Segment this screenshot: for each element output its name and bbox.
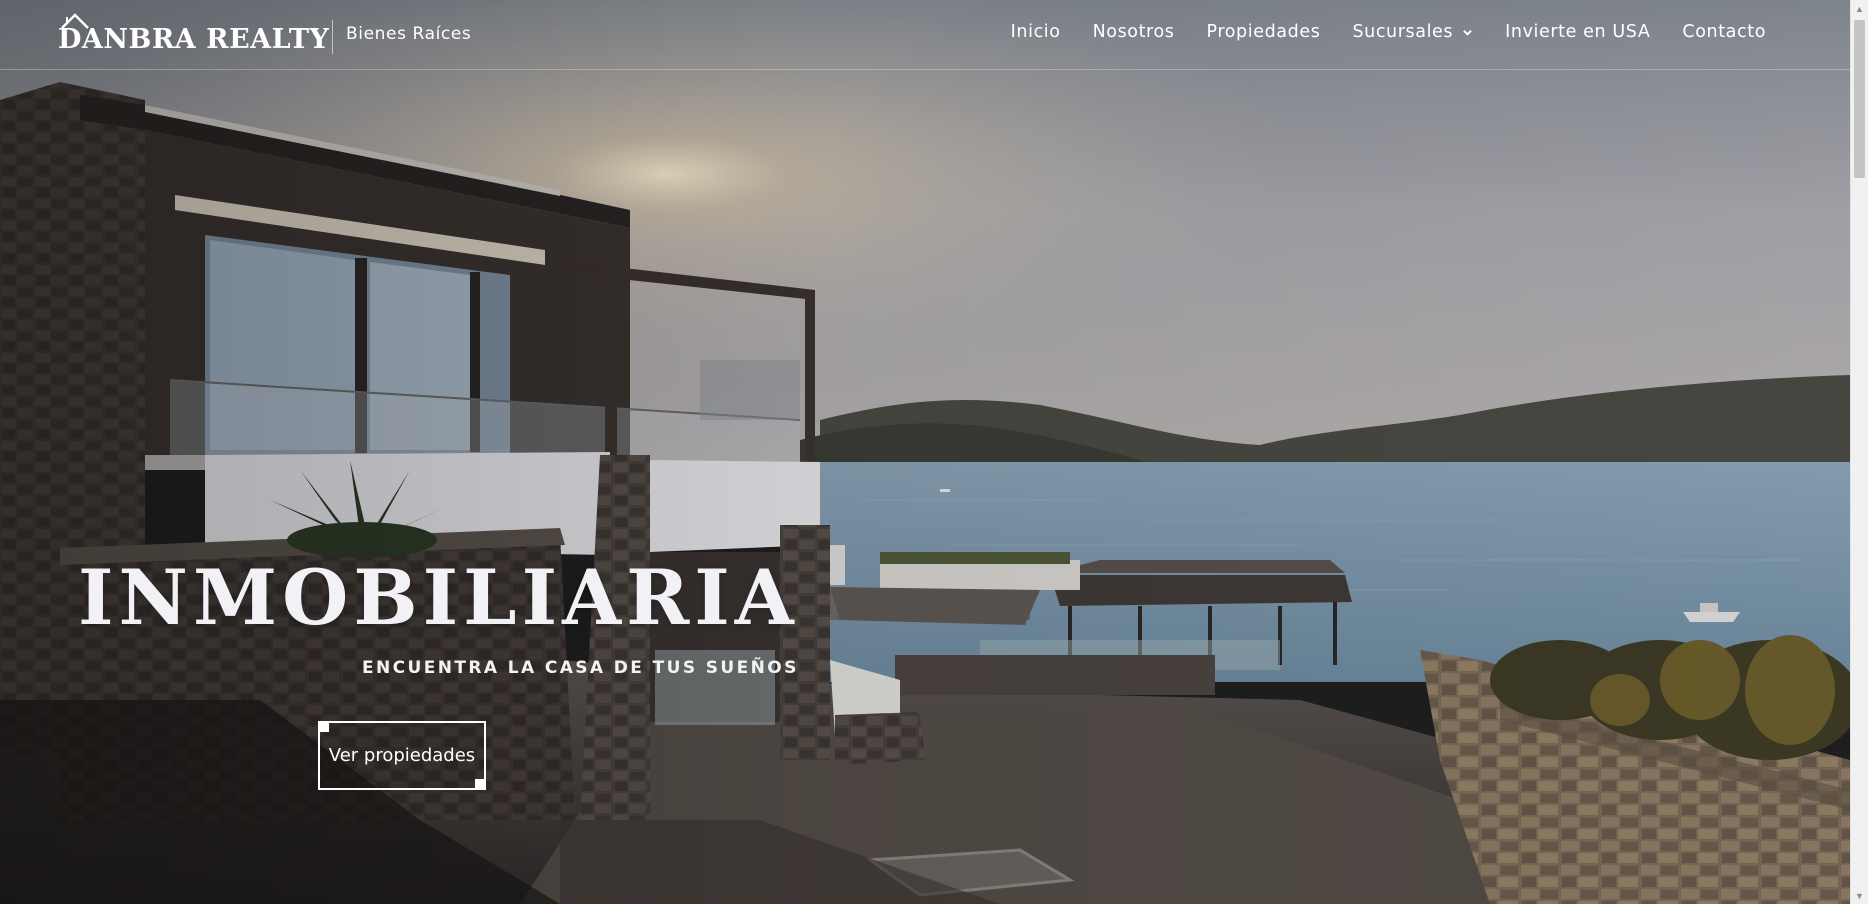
nav-item-label: Contacto	[1682, 22, 1766, 42]
brand-tagline: Bienes Raíces	[346, 24, 472, 44]
button-label: Ver propiedades	[328, 745, 476, 766]
nav-item-label: Sucursales	[1352, 22, 1454, 42]
main-navigation: Inicio Nosotros Propiedades Sucursales I…	[979, 22, 1766, 42]
nav-item-inicio[interactable]: Inicio	[1011, 22, 1061, 42]
hero-section	[0, 0, 1850, 904]
nav-item-label: Nosotros	[1092, 22, 1175, 42]
page-scrollbar[interactable]: ▲ ▼	[1850, 0, 1868, 904]
nav-item-label: Inicio	[1010, 22, 1061, 42]
scroll-up-arrow-icon[interactable]: ▲	[1851, 0, 1868, 17]
nav-item-invierte-en-usa[interactable]: Invierte en USA	[1505, 22, 1650, 42]
hero-title: INMOBILIARIA	[78, 553, 799, 642]
button-corner-decoration	[320, 723, 329, 732]
button-corner-decoration	[475, 779, 484, 788]
brand-name: DANBRA REALTY	[58, 23, 330, 55]
scrollbar-thumb[interactable]	[1854, 20, 1865, 178]
scroll-down-arrow-icon[interactable]: ▼	[1851, 887, 1868, 904]
nav-item-propiedades[interactable]: Propiedades	[1207, 22, 1321, 42]
house-roof-icon	[61, 13, 89, 29]
chevron-down-icon	[1463, 29, 1472, 36]
site-header: DANBRA REALTY Bienes Raíces Inicio Nosot…	[0, 0, 1850, 70]
logo-divider	[332, 20, 333, 54]
hero-overlay	[0, 0, 1850, 904]
view-properties-button[interactable]: Ver propiedades	[318, 721, 486, 790]
nav-item-nosotros[interactable]: Nosotros	[1093, 22, 1175, 42]
nav-item-sucursales[interactable]: Sucursales	[1352, 22, 1473, 42]
brand-logo[interactable]: DANBRA REALTY	[58, 12, 329, 58]
nav-item-label: Propiedades	[1206, 22, 1321, 42]
nav-item-label: Invierte en USA	[1505, 22, 1651, 42]
nav-item-contacto[interactable]: Contacto	[1682, 22, 1766, 42]
hero-subtitle: ENCUENTRA LA CASA DE TUS SUEÑOS	[362, 658, 799, 678]
